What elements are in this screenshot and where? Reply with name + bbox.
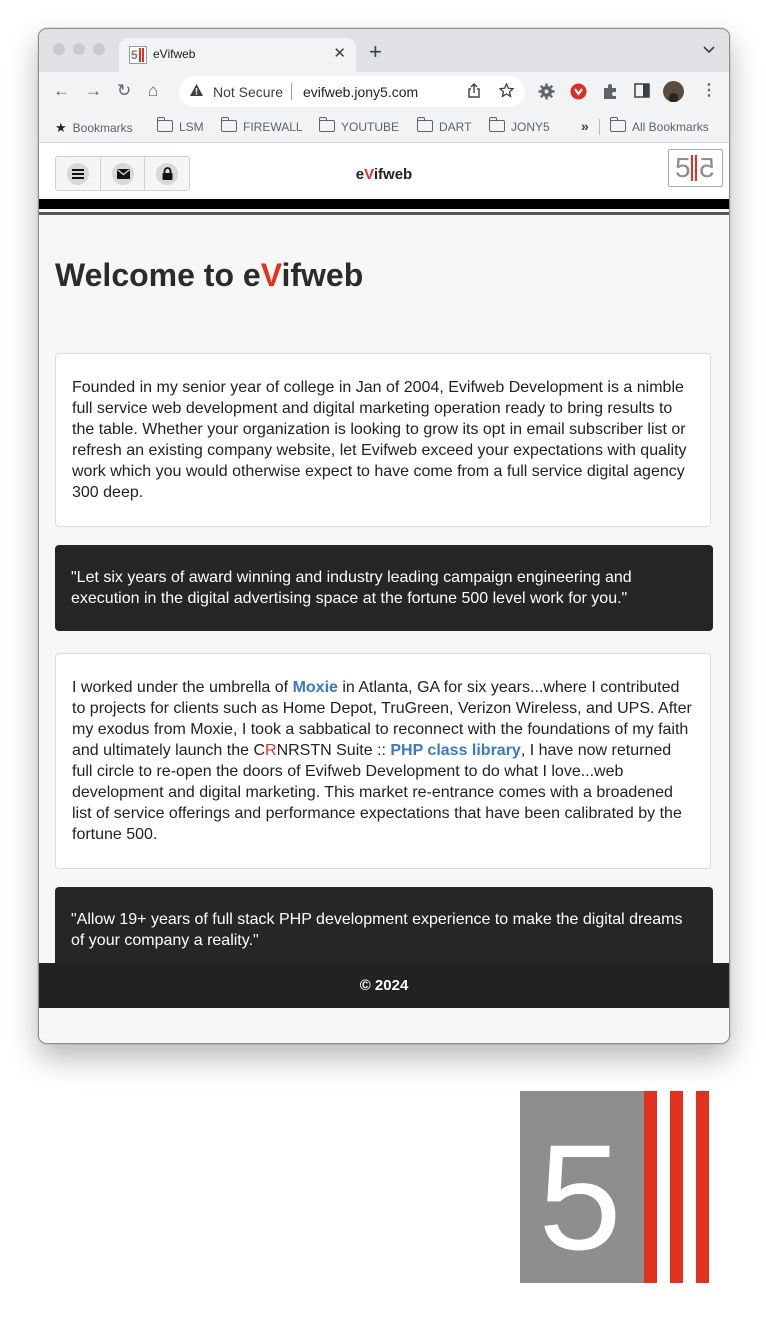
zoom-window-dot[interactable]	[93, 43, 105, 55]
story-accent: R	[265, 742, 277, 759]
star-icon: ★	[55, 120, 67, 135]
folder-icon	[220, 117, 237, 132]
sidebar-icon[interactable]	[634, 83, 650, 103]
adblock-extension-icon[interactable]	[570, 83, 587, 105]
jony5-logo: 5	[520, 1091, 711, 1283]
close-window-dot[interactable]	[53, 43, 65, 55]
story-text: I worked under the umbrella of	[72, 679, 293, 696]
all-bookmarks-button[interactable]: All Bookmarks	[609, 117, 709, 134]
bookmarks-divider	[599, 119, 600, 135]
tab-evifweb[interactable]: 5 eVifweb ✕	[119, 38, 356, 72]
back-button[interactable]: ←	[53, 81, 70, 101]
site-footer: © 2024	[39, 963, 729, 1008]
bookmarks-overflow-button[interactable]: »	[581, 118, 589, 134]
intro-card: Founded in my senior year of college in …	[55, 353, 711, 527]
puzzle-icon[interactable]	[602, 83, 619, 105]
forward-button[interactable]: →	[85, 81, 102, 101]
share-icon[interactable]	[467, 83, 481, 101]
url-text[interactable]: evifweb.jony5.com	[303, 84, 418, 100]
bookmark-item-lsm[interactable]: LSM	[156, 117, 204, 134]
story-card: I worked under the umbrella of Moxie in …	[55, 653, 711, 869]
bookmark-item-bookmarks[interactable]: ★ Bookmarks	[55, 120, 133, 136]
header-divider-thin	[39, 212, 729, 215]
more-menu-icon[interactable]: ⋮	[701, 80, 717, 100]
bookmark-item-youtube[interactable]: YOUTUBE	[318, 117, 399, 134]
new-tab-button[interactable]: +	[369, 39, 382, 65]
site-logo[interactable]: 5 5	[668, 149, 723, 187]
address-bar[interactable]: Not Secure evifweb.jony5.com	[179, 76, 525, 107]
reload-button[interactable]: ↻	[117, 81, 131, 101]
bookmark-item-firewall[interactable]: FIREWALL	[220, 117, 303, 134]
site-header: eVifweb 5 5	[39, 143, 729, 196]
omnibox-divider	[291, 83, 292, 100]
story-text: NRSTN Suite ::	[276, 742, 391, 759]
favicon-icon: 5	[129, 46, 147, 64]
bookmark-item-jony5[interactable]: JONY5	[488, 117, 550, 134]
php-class-library-link[interactable]: PHP class library	[390, 742, 520, 759]
quote-block-1: "Let six years of award winning and indu…	[55, 545, 713, 631]
tab-strip: 5 eVifweb ✕ +	[39, 29, 729, 72]
settings-extension-icon[interactable]	[538, 83, 555, 105]
folder-icon	[318, 117, 335, 132]
folder-icon	[609, 117, 626, 132]
quote-text-2: "Allow 19+ years of full stack PHP devel…	[71, 911, 683, 949]
header-divider-thick	[39, 199, 729, 209]
close-tab-icon[interactable]: ✕	[333, 44, 346, 62]
quote-text-1: "Let six years of award winning and indu…	[71, 569, 632, 607]
svg-text:5: 5	[538, 1113, 621, 1281]
minimize-window-dot[interactable]	[73, 43, 85, 55]
warning-icon[interactable]	[189, 83, 204, 100]
avatar[interactable]	[663, 81, 684, 102]
bookmark-star-icon[interactable]	[498, 82, 515, 101]
folder-icon	[488, 117, 505, 132]
folder-icon	[156, 117, 173, 132]
quote-block-2: "Allow 19+ years of full stack PHP devel…	[55, 887, 713, 973]
moxie-link[interactable]: Moxie	[293, 679, 338, 696]
site-name[interactable]: eVifweb	[39, 166, 729, 183]
page-title: Welcome to eVifweb	[55, 257, 364, 293]
page-viewport: eVifweb 5 5 Welcome to eVifweb Founded i…	[39, 143, 729, 1043]
bookmarks-bar: ★ Bookmarks LSM FIREWALL YOUTUBE DART JON…	[39, 112, 729, 143]
security-label[interactable]: Not Secure	[213, 84, 283, 100]
browser-toolbar: ← → ↻ ⌂ Not Secure evifweb.jony5.com ⋮	[39, 72, 729, 112]
intro-text: Founded in my senior year of college in …	[72, 379, 687, 501]
home-button[interactable]: ⌂	[148, 81, 158, 101]
folder-icon	[416, 117, 433, 132]
tab-search-chevron-icon[interactable]	[703, 41, 715, 57]
copyright-text: © 2024	[359, 977, 409, 994]
browser-window: 5 eVifweb ✕ + ← → ↻ ⌂ Not Secure evifweb…	[38, 28, 730, 1044]
tab-title: eVifweb	[153, 47, 196, 61]
bookmark-item-dart[interactable]: DART	[416, 117, 471, 134]
